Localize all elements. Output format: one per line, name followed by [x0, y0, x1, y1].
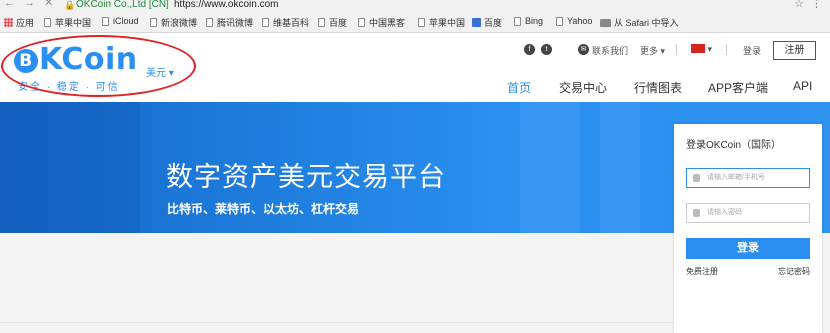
user-icon	[693, 174, 700, 182]
forgot-password-link[interactable]: 忘记密码	[778, 266, 810, 277]
lock-icon: 🔒	[64, 0, 76, 10]
login-panel: 登录OKCoin（国际） 请输入邮箱/手机号 请输入密码 登录 免费注册 忘记密…	[674, 124, 822, 333]
page-icon	[150, 18, 157, 27]
page-icon	[44, 18, 51, 27]
page-icon	[358, 18, 365, 27]
nav-trade-center[interactable]: 交易中心	[559, 79, 607, 96]
bookmark-item[interactable]: Bing	[514, 16, 543, 26]
address-bar[interactable]: ← → ✕ 🔒 OKCoin Co.,Ltd [CN] | https://ww…	[0, 0, 830, 12]
login-title: 登录OKCoin（国际）	[686, 140, 782, 151]
bookmarks-bar: 应用 苹果中国 iCloud 新浪微博 腾讯微博 维基百科 百度 中国黑客 苹果…	[0, 12, 830, 33]
page-icon	[318, 18, 325, 27]
building-graphic	[0, 102, 140, 233]
bookmark-item[interactable]: 维基百科	[262, 16, 309, 29]
bookmark-folder[interactable]: 从 Safari 中导入	[600, 16, 679, 29]
bookmark-item[interactable]: 新浪微博	[150, 16, 197, 29]
bookmark-item[interactable]: 苹果中国	[44, 16, 91, 29]
nav-charts[interactable]: 行情图表	[634, 79, 682, 96]
divider	[676, 44, 677, 55]
register-button[interactable]: 注册	[773, 41, 816, 60]
nav-app[interactable]: APP客户端	[708, 79, 768, 96]
divider	[726, 44, 727, 55]
page-icon	[206, 18, 213, 27]
language-selector[interactable]: ▾	[691, 44, 712, 55]
username-placeholder: 请输入邮箱/手机号	[707, 174, 765, 181]
username-input[interactable]: 请输入邮箱/手机号	[686, 168, 810, 188]
page-icon	[514, 16, 521, 26]
lock-icon	[693, 209, 700, 217]
bookmark-item[interactable]: 百度	[318, 16, 347, 29]
folder-icon	[600, 18, 611, 27]
chat-icon[interactable]: ✉	[578, 44, 589, 55]
facebook-icon[interactable]: f	[524, 44, 535, 55]
china-flag-icon	[691, 44, 705, 53]
bookmark-star-icon[interactable]: ☆	[794, 0, 804, 10]
password-placeholder: 请输入密码	[707, 209, 742, 216]
building-graphic	[600, 102, 640, 233]
annotation-oval	[1, 35, 196, 97]
more-menu[interactable]: 更多 ▾	[640, 44, 665, 57]
free-register-link[interactable]: 免费注册	[686, 266, 718, 277]
baidu-icon	[472, 18, 481, 27]
password-input[interactable]: 请输入密码	[686, 203, 810, 223]
apps-grid-icon	[4, 18, 13, 27]
hero-title: 数字资产美元交易平台	[166, 162, 446, 193]
nav-home[interactable]: 首页	[507, 79, 531, 96]
page-icon	[102, 16, 109, 26]
back-forward-reload-icons[interactable]: ← → ✕	[4, 0, 56, 9]
bookmark-item[interactable]: iCloud	[102, 16, 139, 26]
hero-subtitle: 比特币、莱特币、以太坊、杠杆交易	[167, 202, 360, 216]
separator: |	[166, 0, 169, 10]
bookmark-apps[interactable]: 应用	[4, 16, 34, 29]
page-icon	[418, 18, 425, 27]
page-icon	[556, 16, 563, 26]
login-button[interactable]: 登录	[686, 238, 810, 259]
bookmark-item[interactable]: 苹果中国	[418, 16, 465, 29]
contact-us-link[interactable]: 联系我们	[592, 44, 628, 57]
login-link[interactable]: 登录	[743, 44, 761, 57]
bookmark-item[interactable]: 百度	[472, 16, 502, 29]
content-area	[0, 233, 674, 333]
secure-site-label: OKCoin Co.,Ltd [CN]	[76, 0, 169, 10]
bookmark-item[interactable]: 腾讯微博	[206, 16, 253, 29]
building-graphic	[520, 102, 580, 233]
browser-menu-icon[interactable]: ⋮	[811, 0, 822, 10]
divider	[0, 322, 674, 323]
nav-api[interactable]: API	[793, 79, 812, 93]
page-icon	[262, 18, 269, 27]
twitter-icon[interactable]: t	[541, 44, 552, 55]
url-text[interactable]: https://www.okcoin.com	[174, 0, 278, 10]
bookmark-item[interactable]: Yahoo	[556, 16, 592, 26]
bookmark-item[interactable]: 中国黑客	[358, 16, 405, 29]
